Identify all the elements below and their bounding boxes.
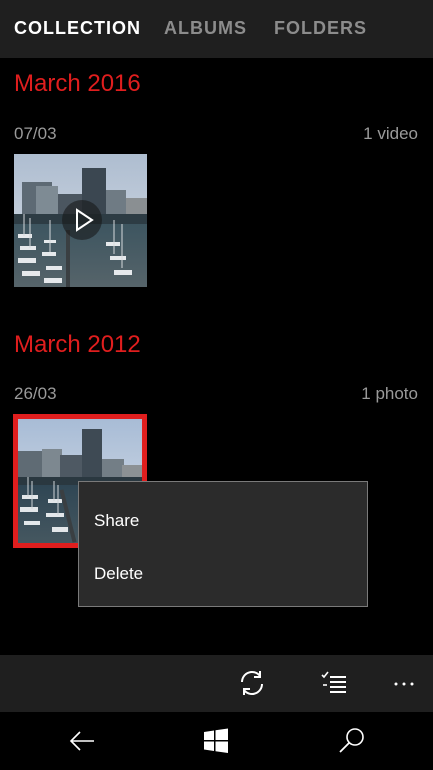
search-button[interactable] <box>337 726 367 756</box>
tab-albums[interactable]: ALBUMS <box>164 18 247 39</box>
select-button[interactable] <box>318 667 350 699</box>
group-count: 1 video <box>363 124 418 143</box>
delete-menu-item[interactable]: Delete <box>94 564 143 584</box>
windows-start-icon <box>204 728 228 753</box>
back-icon <box>69 731 94 751</box>
pivot-header: COLLECTION ALBUMS FOLDERS <box>0 0 433 58</box>
more-button[interactable] <box>388 667 420 699</box>
context-menu: Share Delete <box>78 481 368 607</box>
play-icon <box>76 208 94 232</box>
group-date: 26/03 <box>14 384 57 403</box>
start-button[interactable] <box>201 726 231 756</box>
tab-collection[interactable]: COLLECTION <box>14 18 141 39</box>
sync-icon <box>241 671 263 695</box>
select-icon <box>321 671 346 693</box>
search-icon <box>339 728 364 753</box>
back-button[interactable] <box>67 726 97 756</box>
sync-button[interactable] <box>236 667 268 699</box>
group-count: 1 photo <box>361 384 418 403</box>
month-header[interactable]: March 2016 <box>14 70 141 98</box>
share-menu-item[interactable]: Share <box>94 511 139 531</box>
navigation-bar <box>0 712 433 770</box>
play-button[interactable] <box>62 200 102 240</box>
tab-folders[interactable]: FOLDERS <box>274 18 367 39</box>
app-bar <box>0 655 433 712</box>
group-date: 07/03 <box>14 124 57 143</box>
month-header[interactable]: March 2012 <box>14 331 141 359</box>
video-thumbnail[interactable] <box>14 154 147 287</box>
more-icon <box>394 682 414 686</box>
